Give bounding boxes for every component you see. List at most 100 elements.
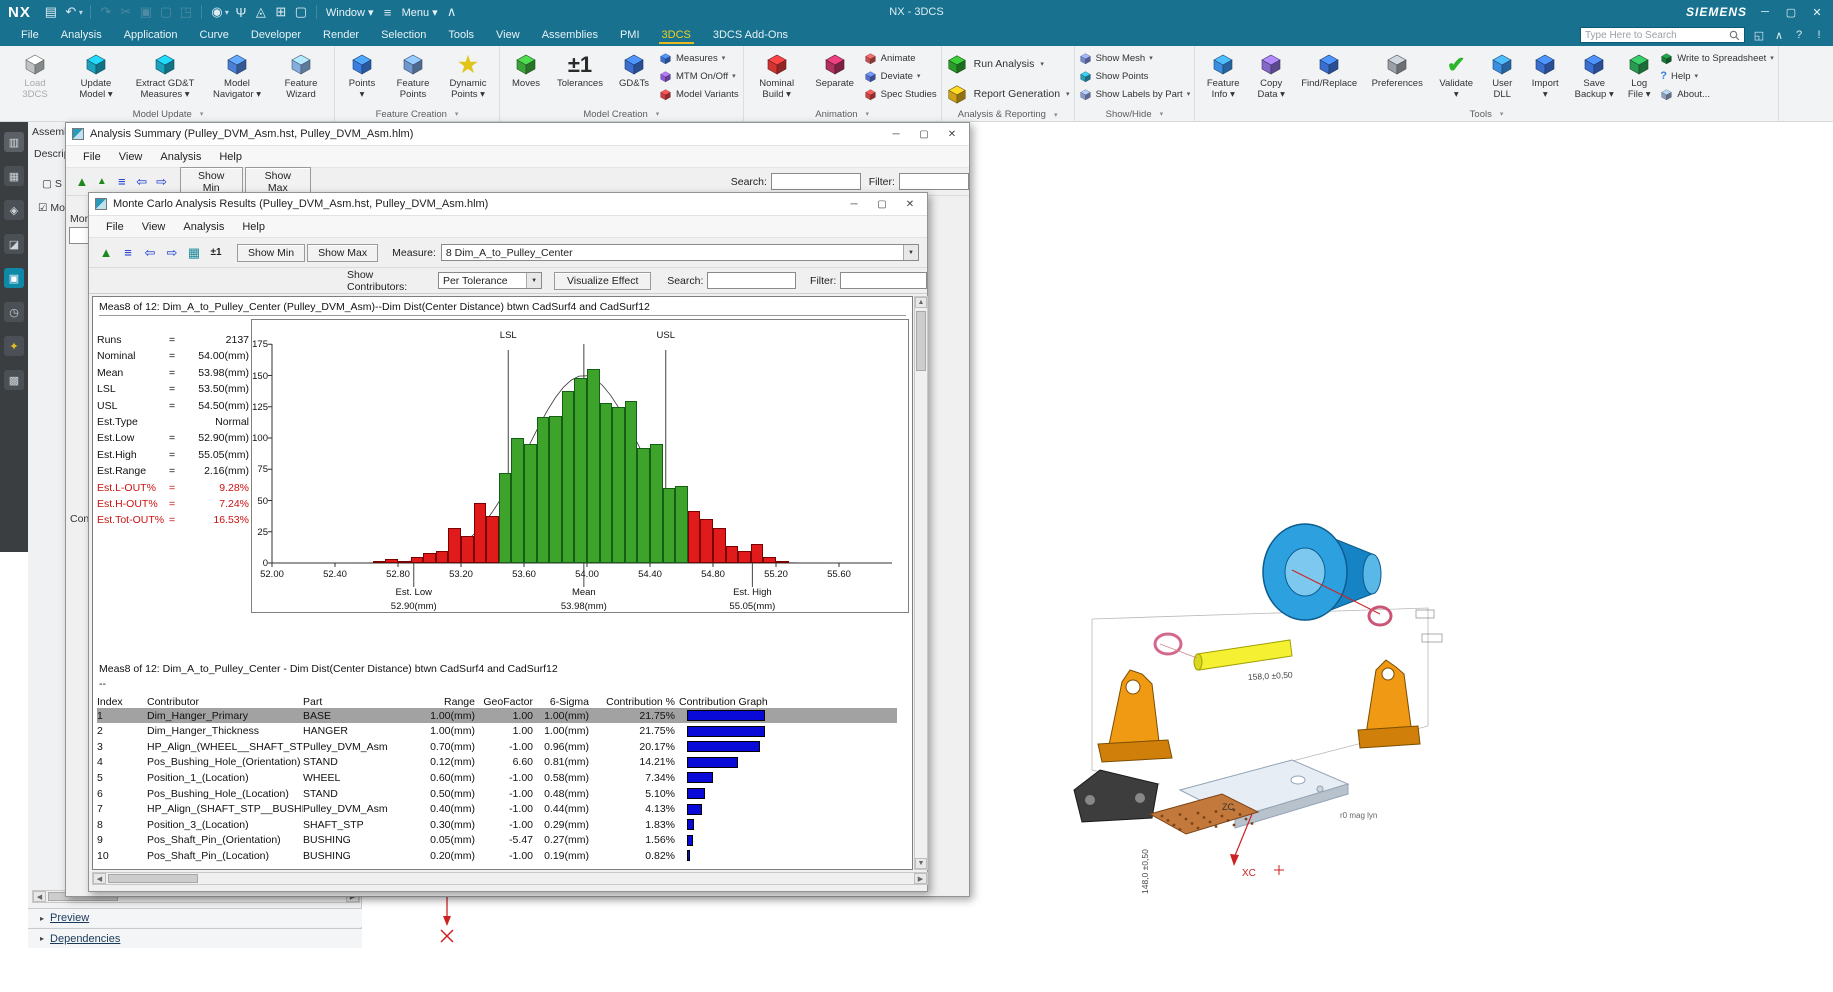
maximize-button[interactable]: ▢ bbox=[871, 199, 893, 210]
feature-wizard-button[interactable]: FeatureWizard bbox=[272, 48, 330, 100]
menubar-item-view[interactable]: View bbox=[485, 26, 531, 44]
capture-icon[interactable]: ◳ bbox=[176, 4, 196, 20]
chevron-down-icon[interactable]: ▾ bbox=[722, 54, 726, 62]
table-row[interactable]: 4Pos_Bushing_Hole_(Orientation)STAND0.12… bbox=[97, 755, 897, 770]
menu-menu[interactable]: Menu ▾ bbox=[402, 6, 438, 19]
log-file-button[interactable]: LogFile ▾ bbox=[1621, 48, 1657, 100]
previous-measure-icon[interactable]: ⇦ bbox=[139, 243, 161, 263]
next-measure-icon[interactable]: ⇨ bbox=[152, 172, 172, 192]
part-navigator-icon[interactable]: ◪ bbox=[4, 234, 24, 254]
minimize-button[interactable]: ─ bbox=[1757, 6, 1773, 18]
feature-points-button[interactable]: FeaturePoints bbox=[388, 48, 438, 100]
scroll-thumb[interactable] bbox=[916, 311, 926, 371]
cut-icon[interactable]: ✂ bbox=[116, 4, 136, 20]
menubar-item-selection[interactable]: Selection bbox=[370, 26, 437, 44]
chevron-down-icon[interactable]: ▾ bbox=[1040, 60, 1044, 68]
dialog-launcher-icon[interactable]: ▾ bbox=[455, 110, 459, 118]
menu-icon[interactable]: ≡ bbox=[378, 5, 398, 20]
window-frame-icon[interactable]: ▢ bbox=[291, 4, 311, 20]
tolerance-icon[interactable]: ±1 bbox=[205, 243, 227, 263]
chevron-down-icon[interactable]: ▾ bbox=[1066, 90, 1070, 98]
menubar-item-developer[interactable]: Developer bbox=[240, 26, 312, 44]
help-icon[interactable]: ? bbox=[1791, 29, 1807, 42]
extract-gdt-measures-button[interactable]: Extract GD&TMeasures ▾ bbox=[128, 48, 202, 100]
dialog-launcher-icon[interactable]: ▾ bbox=[1160, 110, 1164, 118]
fly-through-icon[interactable]: ◬ bbox=[251, 4, 271, 20]
microphone-icon[interactable]: Ψ bbox=[231, 5, 251, 20]
histogram-icon[interactable]: ▲ bbox=[72, 172, 92, 192]
menubar-item-pmi[interactable]: PMI bbox=[609, 26, 651, 44]
user-dll-button[interactable]: UserDLL bbox=[1484, 48, 1520, 100]
pulley-wheel[interactable] bbox=[1263, 524, 1381, 620]
save-backup-button[interactable]: SaveBackup ▾ bbox=[1570, 48, 1618, 100]
dialog-launcher-icon[interactable]: ▾ bbox=[1500, 110, 1504, 118]
menubar-item-curve[interactable]: Curve bbox=[189, 26, 240, 44]
mc-menu-file[interactable]: File bbox=[97, 218, 133, 236]
results-vertical-scrollbar[interactable]: ▲ ▼ bbox=[914, 296, 928, 870]
alert-icon[interactable]: ! bbox=[1811, 29, 1827, 42]
model-navigator-button[interactable]: ModelNavigator ▾ bbox=[205, 48, 269, 100]
chevron-down-icon[interactable]: ▾ bbox=[917, 72, 921, 80]
show-labels-by-part-button[interactable]: Show Labels by Part▾ bbox=[1079, 86, 1191, 102]
paste-icon[interactable]: ▢ bbox=[156, 4, 176, 20]
preview-section[interactable]: ▸ Preview bbox=[28, 908, 362, 927]
nominal-build-button[interactable]: NominalBuild ▾ bbox=[748, 48, 806, 100]
close-button[interactable]: ✕ bbox=[899, 199, 921, 210]
table-row[interactable]: 9Pos_Shaft_Pin_(Orientation)BUSHING0.05(… bbox=[97, 833, 897, 848]
table-row[interactable]: 2Dim_Hanger_ThicknessHANGER1.00(mm)1.001… bbox=[97, 724, 897, 739]
bar-list-icon[interactable]: ≡ bbox=[117, 243, 139, 263]
mc-search-input[interactable] bbox=[707, 272, 796, 289]
separate-button[interactable]: Separate bbox=[809, 48, 861, 89]
close-button[interactable]: ✕ bbox=[1809, 6, 1825, 19]
tolerances-button[interactable]: ±1Tolerances bbox=[551, 48, 609, 89]
measure-select[interactable]: 8 Dim_A_to_Pulley_Center ▼ bbox=[441, 244, 919, 261]
menubar-item-file[interactable]: File bbox=[10, 26, 50, 44]
scroll-left-arrow[interactable]: ◀ bbox=[93, 873, 106, 884]
points-button[interactable]: Points ▾ bbox=[339, 48, 385, 100]
validate-button[interactable]: ✔Validate ▾ bbox=[1431, 48, 1481, 100]
chevron-down-icon[interactable]: ▾ bbox=[225, 8, 229, 17]
table-row[interactable]: 8Position_3_(Location)SHAFT_STP0.30(mm)-… bbox=[97, 817, 897, 832]
animate-button[interactable]: Animate bbox=[864, 50, 937, 66]
monte-carlo-window[interactable]: Monte Carlo Analysis Results (Pulley_DVM… bbox=[88, 192, 928, 892]
copy-data-button[interactable]: CopyData ▾ bbox=[1250, 48, 1292, 100]
mc-menu-view[interactable]: View bbox=[133, 218, 175, 236]
chevron-down-icon[interactable]: ▾ bbox=[1770, 54, 1774, 62]
find-replace-button[interactable]: Find/Replace bbox=[1295, 48, 1363, 89]
scroll-thumb[interactable] bbox=[108, 874, 198, 883]
deviate-button[interactable]: Deviate▾ bbox=[864, 68, 937, 84]
dialog-launcher-icon[interactable]: ▾ bbox=[656, 110, 660, 118]
previous-measure-icon[interactable]: ⇦ bbox=[132, 172, 152, 192]
import-button[interactable]: Import ▾ bbox=[1523, 48, 1567, 100]
table-row[interactable]: 6Pos_Bushing_Hole_(Location)STAND0.50(mm… bbox=[97, 786, 897, 801]
next-measure-icon[interactable]: ⇨ bbox=[161, 243, 183, 263]
summary-menu-file[interactable]: File bbox=[74, 148, 110, 166]
show-min-button[interactable]: Show Min bbox=[237, 244, 305, 262]
scroll-up-arrow[interactable]: ▲ bbox=[915, 297, 927, 308]
help-button[interactable]: ?Help▾ bbox=[1660, 68, 1774, 84]
histogram-icon[interactable]: ▲ bbox=[95, 243, 117, 263]
gdts-button[interactable]: GD&Ts bbox=[612, 48, 656, 89]
moves-button[interactable]: Moves bbox=[504, 48, 548, 89]
menubar-item-3dcs-add-ons[interactable]: 3DCS Add-Ons bbox=[702, 26, 799, 44]
left-hanger-stand[interactable] bbox=[1098, 670, 1172, 762]
save-icon[interactable]: ▤ bbox=[41, 4, 61, 20]
spec-studies-button[interactable]: Spec Studies bbox=[864, 86, 937, 102]
menubar-item-analysis[interactable]: Analysis bbox=[50, 26, 113, 44]
feature-info-button[interactable]: FeatureInfo ▾ bbox=[1199, 48, 1247, 100]
dependencies-section[interactable]: ▸ Dependencies bbox=[28, 928, 362, 948]
table-row[interactable]: 3HP_Align_(WHEEL__SHAFT_STP)Pulley_DVM_A… bbox=[97, 739, 897, 754]
minimize-button[interactable]: ─ bbox=[843, 199, 865, 210]
dynamic-points-button[interactable]: ★DynamicPoints ▾ bbox=[441, 48, 495, 100]
mc-filter-input[interactable] bbox=[840, 272, 927, 289]
preferences-button[interactable]: Preferences bbox=[1366, 48, 1428, 89]
restore-button[interactable]: ▢ bbox=[1783, 6, 1799, 19]
tree-item[interactable]: ▢ S bbox=[42, 178, 62, 190]
table-row[interactable]: 5Position_1_(Location)WHEEL0.60(mm)-1.00… bbox=[97, 770, 897, 785]
redo-icon[interactable]: ↷ bbox=[96, 4, 116, 20]
fullscreen-icon[interactable]: ◱ bbox=[1751, 29, 1767, 42]
chevron-down-icon[interactable]: ▾ bbox=[1695, 72, 1699, 80]
command-finder-icon[interactable]: ◉ bbox=[207, 4, 227, 20]
summary-filter-input[interactable] bbox=[899, 173, 969, 190]
window-switch-icon[interactable]: ⊞ bbox=[271, 4, 291, 20]
